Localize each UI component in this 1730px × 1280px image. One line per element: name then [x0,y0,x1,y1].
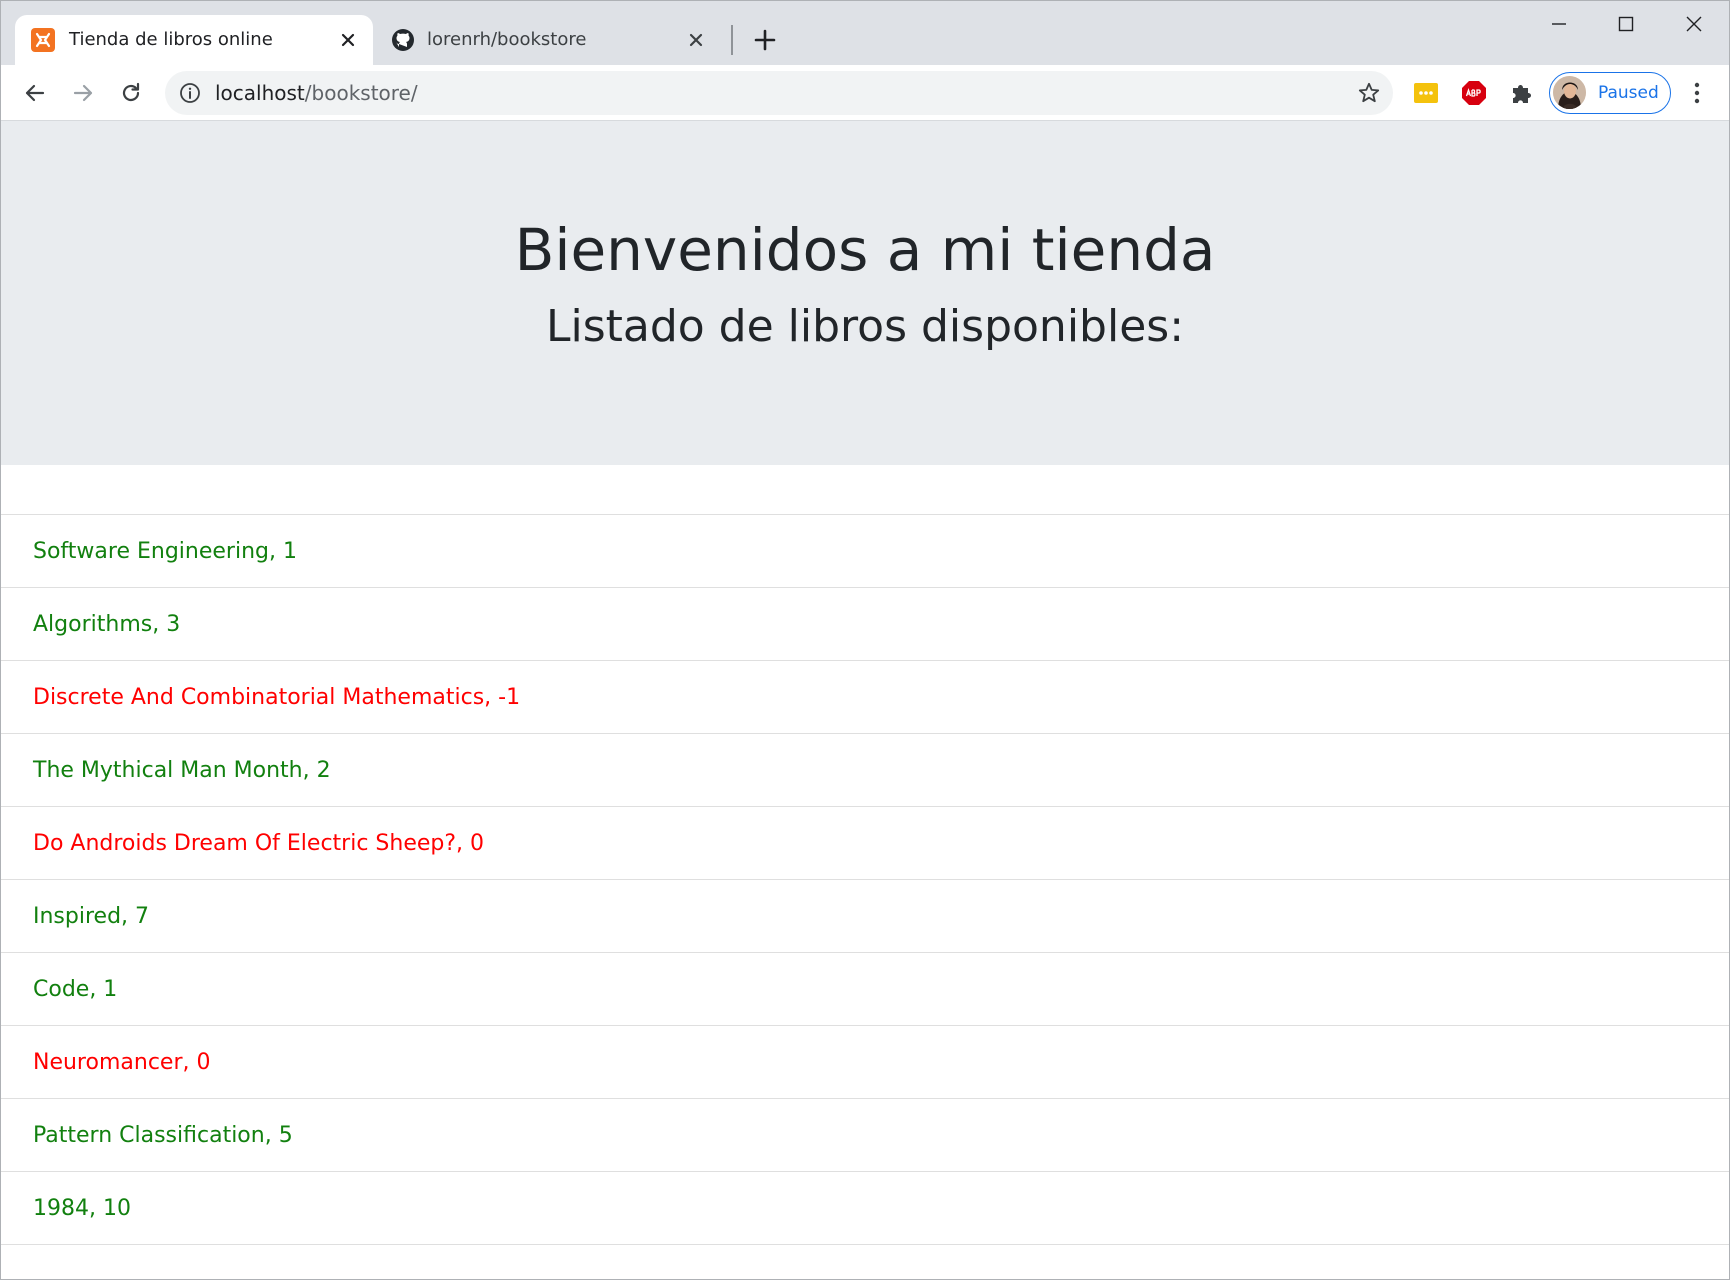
close-tab-icon[interactable] [337,29,359,51]
tab-title: lorenrh/bookstore [427,29,587,50]
tab-github[interactable]: lorenrh/bookstore [379,15,721,65]
url-text: localhost/bookstore/ [215,81,418,105]
book-list-item: Discrete And Combinatorial Mathematics, … [1,661,1729,734]
page-title: Bienvenidos a mi tienda [514,216,1216,284]
forward-button[interactable] [67,77,99,109]
xampp-icon [31,28,55,52]
tab-separator [731,25,733,55]
back-button[interactable] [19,77,51,109]
minimize-icon [1552,23,1566,25]
close-window-button[interactable] [1664,1,1724,47]
browser-toolbar: localhost/bookstore/ Paused [1,65,1729,121]
book-list-item: Software Engineering, 1 [1,515,1729,588]
book-list-item: The Mythical Man Month, 2 [1,734,1729,807]
profile-button[interactable]: Paused [1549,72,1671,114]
new-tab-plus-icon[interactable] [751,26,779,54]
avatar [1553,76,1586,109]
book-list-item: Inspired, 7 [1,880,1729,953]
close-tab-icon[interactable] [685,29,707,51]
maximize-icon [1618,16,1634,32]
arrow-left-icon [25,84,45,102]
tab-title: Tienda de libros online [69,29,273,50]
github-icon [392,29,414,51]
book-list-item: 1984, 10 [1,1172,1729,1245]
avatar-image [1553,76,1586,109]
url-host: localhost [215,81,305,105]
minimize-button[interactable] [1529,1,1589,47]
reload-icon [122,82,140,102]
tab-tienda[interactable]: Tienda de libros online [15,15,373,65]
close-icon [1686,16,1702,32]
tab-strip: Tienda de libros online lorenrh/bookstor… [1,1,1729,65]
maximize-button[interactable] [1596,1,1656,47]
book-list-item: Algorithms, 3 [1,588,1729,661]
info-icon[interactable] [179,82,201,104]
book-list-item: Do Androids Dream Of Electric Sheep?, 0 [1,807,1729,880]
star-icon[interactable] [1357,81,1381,105]
more-vert-icon[interactable] [1685,79,1709,107]
page-viewport: Bienvenidos a mi tienda Listado de libro… [1,121,1729,1279]
url-path: /bookstore/ [304,81,418,105]
reload-button[interactable] [115,77,147,109]
page-subtitle: Listado de libros disponibles: [545,301,1185,352]
book-list-item: Neuromancer, 0 [1,1026,1729,1099]
book-list-item: Code, 1 [1,953,1729,1026]
browser-window: Tienda de libros online lorenrh/bookstor… [0,0,1730,1280]
password-manager-extension-icon[interactable] [1413,80,1439,106]
arrow-right-icon [73,84,93,102]
profile-status-label: Paused [1598,83,1659,103]
extensions-puzzle-icon[interactable] [1509,80,1535,106]
jumbotron-header: Bienvenidos a mi tienda Listado de libro… [1,121,1729,465]
book-list-item: Pattern Classification, 5 [1,1099,1729,1172]
address-bar[interactable]: localhost/bookstore/ [165,71,1393,115]
adblock-plus-icon[interactable] [1461,80,1487,106]
book-list: Software Engineering, 1 Algorithms, 3 Di… [1,514,1729,1245]
